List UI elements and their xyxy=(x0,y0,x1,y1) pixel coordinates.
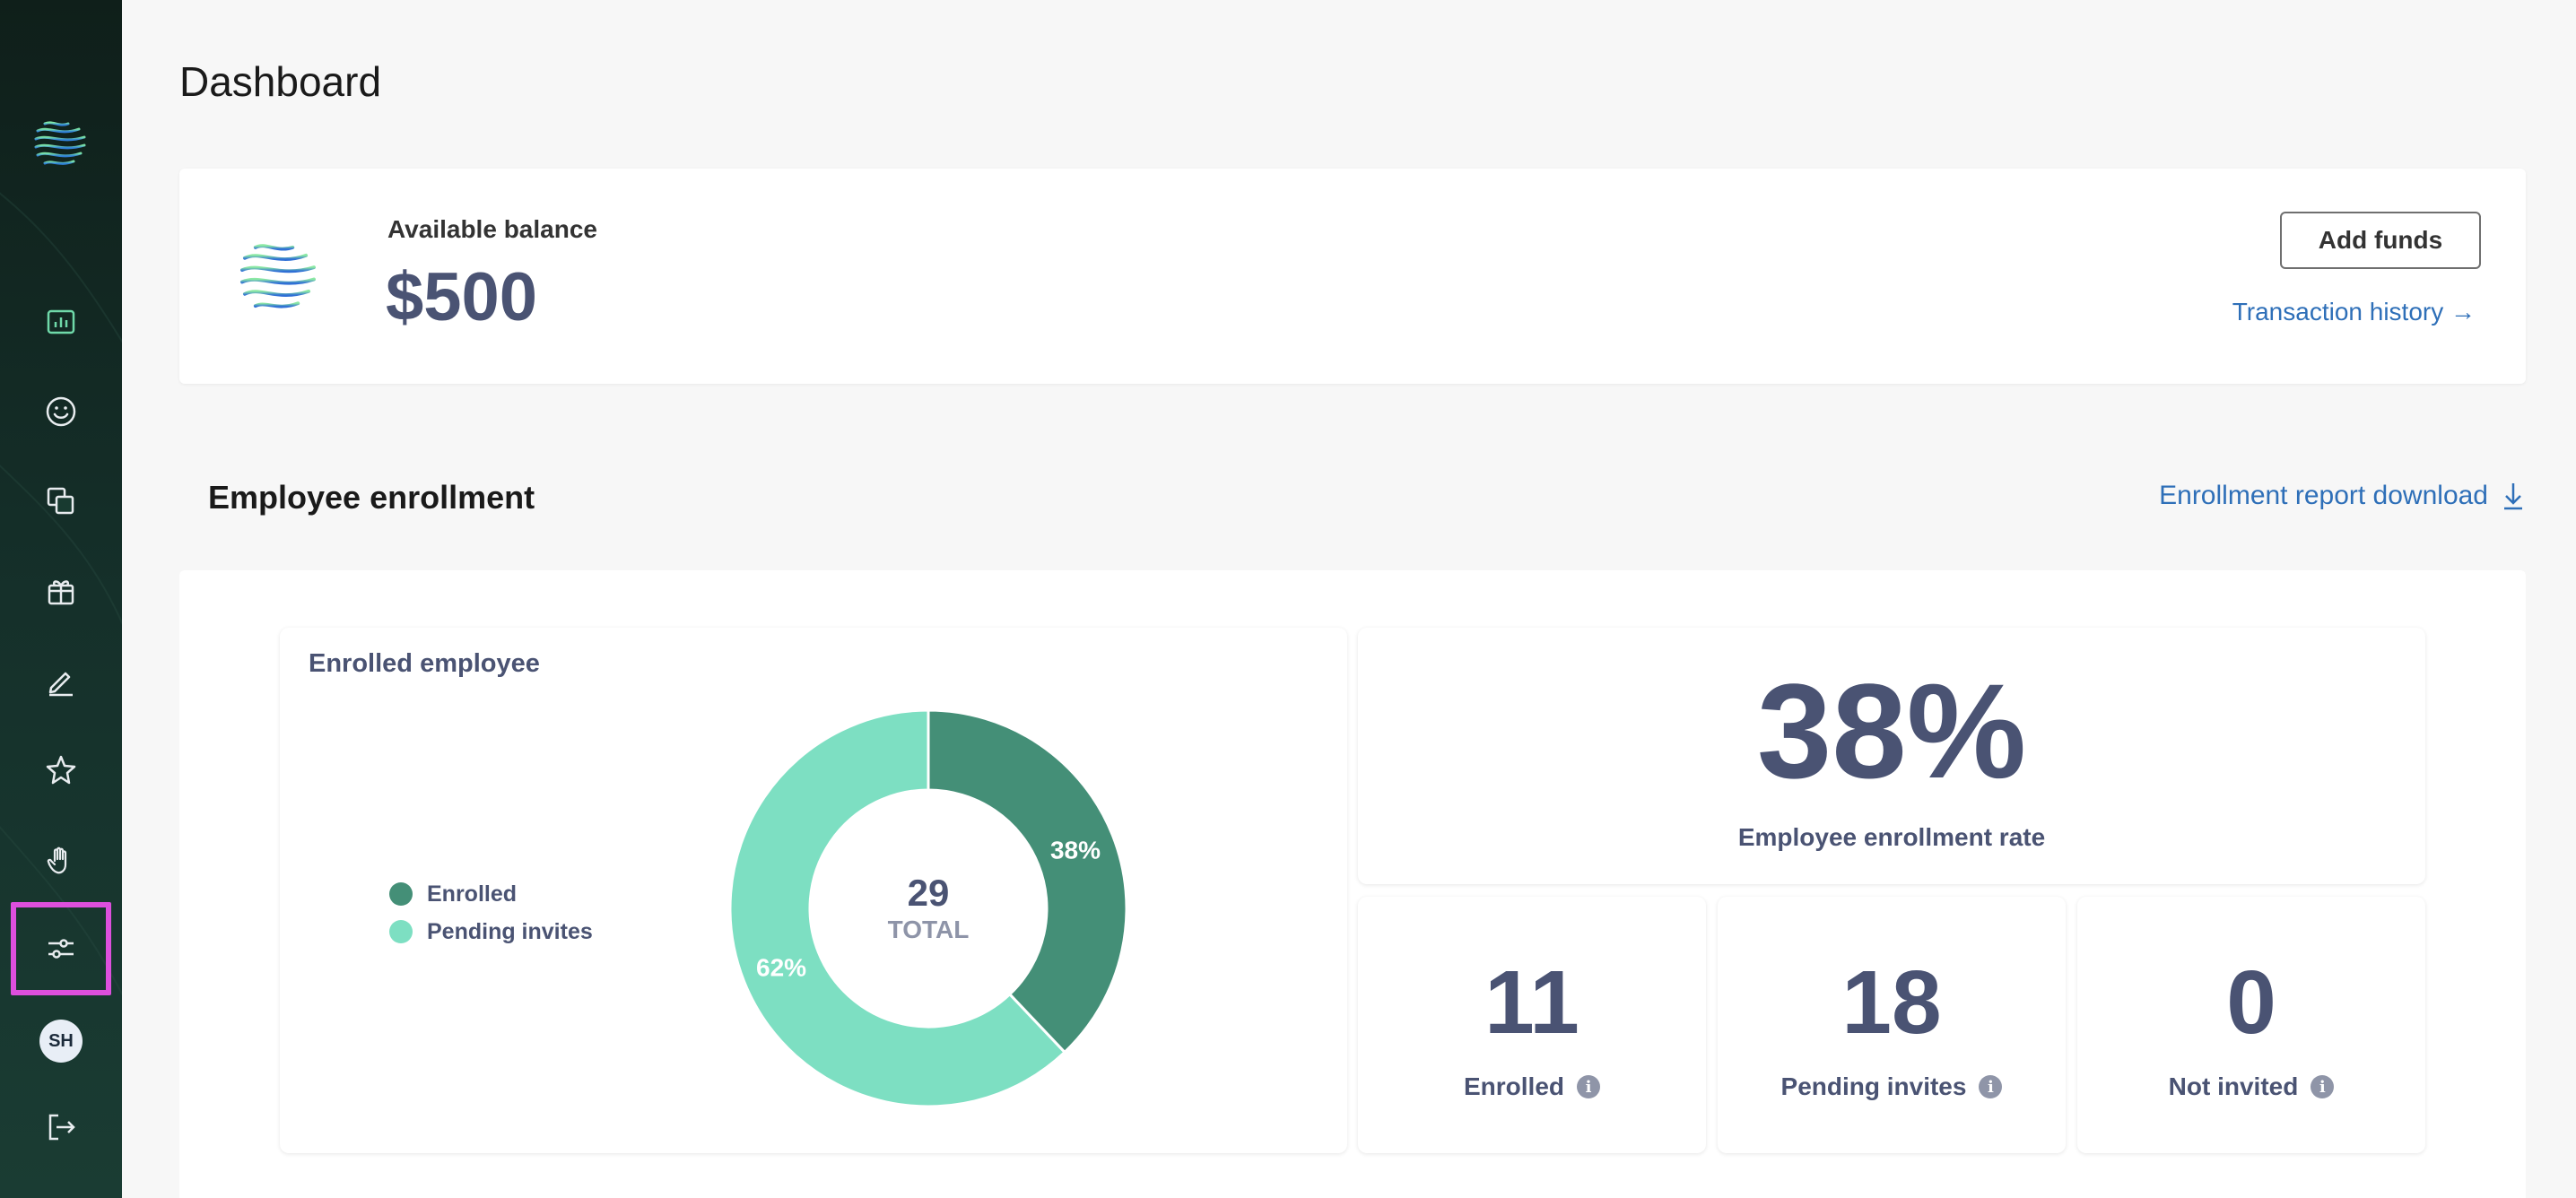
enrolled-employee-chart-card: Enrolled employee Enrolled Pending invit… xyxy=(280,628,1347,1153)
sidebar-item-settings[interactable] xyxy=(11,902,111,995)
stat-label-pending-invites: Pending invites xyxy=(1780,1072,1967,1100)
balance-card: Available balance $500 Add funds Transac… xyxy=(179,169,2526,384)
stat-card-pending-invites: 18 Pending invites i xyxy=(1718,897,2066,1153)
stat-label-enrolled: Enrolled xyxy=(1463,1072,1564,1100)
enrollment-rate-value: 38% xyxy=(1756,655,2027,806)
enrollment-donut-chart: 38% 62% 29 TOTAL xyxy=(728,708,1128,1108)
copy-icon xyxy=(47,487,74,515)
donut-label-pending-invites: 62% xyxy=(756,953,806,981)
info-icon[interactable]: i xyxy=(1979,1075,2003,1098)
donut-center-label: TOTAL xyxy=(888,916,970,943)
app-root: SH Dashboard Available balance $500 Add … xyxy=(0,0,2576,1198)
donut-label-enrolled: 38% xyxy=(1050,837,1101,864)
stat-card-not-invited: 0 Not invited i xyxy=(2077,897,2425,1153)
stat-label-row-not-invited: Not invited i xyxy=(2077,1072,2425,1101)
sidebar-item-benefits[interactable] xyxy=(0,560,122,622)
sidebar-item-profile[interactable]: SH xyxy=(0,1010,122,1072)
report-link-label: Enrollment report download xyxy=(2159,481,2488,510)
smiley-icon xyxy=(46,396,76,427)
sidebar-item-logout[interactable] xyxy=(0,1096,122,1159)
avatar: SH xyxy=(39,1020,83,1063)
info-icon[interactable]: i xyxy=(2311,1075,2335,1098)
pencil-icon xyxy=(48,672,73,697)
donut-center-value: 29 xyxy=(908,872,950,914)
chart-card-title: Enrolled employee xyxy=(309,649,540,678)
stat-label-row-pending-invites: Pending invites i xyxy=(1718,1072,2066,1101)
sliders-icon xyxy=(48,939,74,959)
enrollment-section-title: Employee enrollment xyxy=(208,479,535,516)
logout-icon xyxy=(48,1114,75,1141)
legend-label-pending: Pending invites xyxy=(427,918,593,944)
gift-icon xyxy=(48,580,74,605)
chart-bar-icon xyxy=(47,309,75,334)
sidebar-item-employees[interactable] xyxy=(0,380,122,443)
sidebar-item-edit[interactable] xyxy=(0,649,122,712)
stat-label-not-invited: Not invited xyxy=(2168,1072,2299,1100)
sidebar-item-requests[interactable] xyxy=(0,829,122,891)
main-content: Dashboard Available balance $500 Add fun… xyxy=(122,0,2576,1198)
stat-label-row-enrolled: Enrolled i xyxy=(1358,1072,1706,1101)
sidebar-item-favorites[interactable] xyxy=(0,739,122,802)
enrollment-report-download-link[interactable]: Enrollment report download xyxy=(2159,481,2526,511)
stat-value-enrolled: 11 xyxy=(1484,952,1580,1053)
page-title: Dashboard xyxy=(179,58,382,105)
stat-card-enrolled: 11 Enrolled i xyxy=(1358,897,1706,1153)
enrollment-panel: Enrolled employee Enrolled Pending invit… xyxy=(179,570,2526,1198)
donut-slice-enrolled xyxy=(927,708,1128,1055)
legend-label-enrolled: Enrolled xyxy=(427,881,518,907)
legend-item-enrolled: Enrolled xyxy=(389,875,593,913)
star-icon xyxy=(46,755,76,785)
sidebar: SH xyxy=(0,0,122,1198)
enrollment-rate-label: Employee enrollment rate xyxy=(1737,823,2046,851)
legend-item-pending: Pending invites xyxy=(389,913,593,951)
legend-swatch-pending xyxy=(389,920,413,943)
stat-value-pending-invites: 18 xyxy=(1841,952,1942,1053)
balance-amount: $500 xyxy=(386,259,538,335)
balance-label: Available balance xyxy=(387,215,597,243)
transaction-history-link[interactable]: Transaction history → xyxy=(2232,298,2476,326)
chart-legend: Enrolled Pending invites xyxy=(389,875,593,951)
wave-logo-icon xyxy=(240,244,316,308)
wave-logo-icon[interactable] xyxy=(32,117,88,172)
legend-swatch-enrolled xyxy=(389,882,413,906)
sidebar-item-documents[interactable] xyxy=(0,470,122,533)
info-icon[interactable]: i xyxy=(1577,1075,1600,1098)
download-icon xyxy=(2504,483,2522,510)
hand-icon xyxy=(47,846,67,874)
add-funds-button[interactable]: Add funds xyxy=(2280,212,2481,269)
stat-value-not-invited: 0 xyxy=(2226,952,2276,1053)
enrollment-rate-card: 38% Employee enrollment rate xyxy=(1358,628,2425,884)
sidebar-item-dashboard[interactable] xyxy=(0,291,122,353)
